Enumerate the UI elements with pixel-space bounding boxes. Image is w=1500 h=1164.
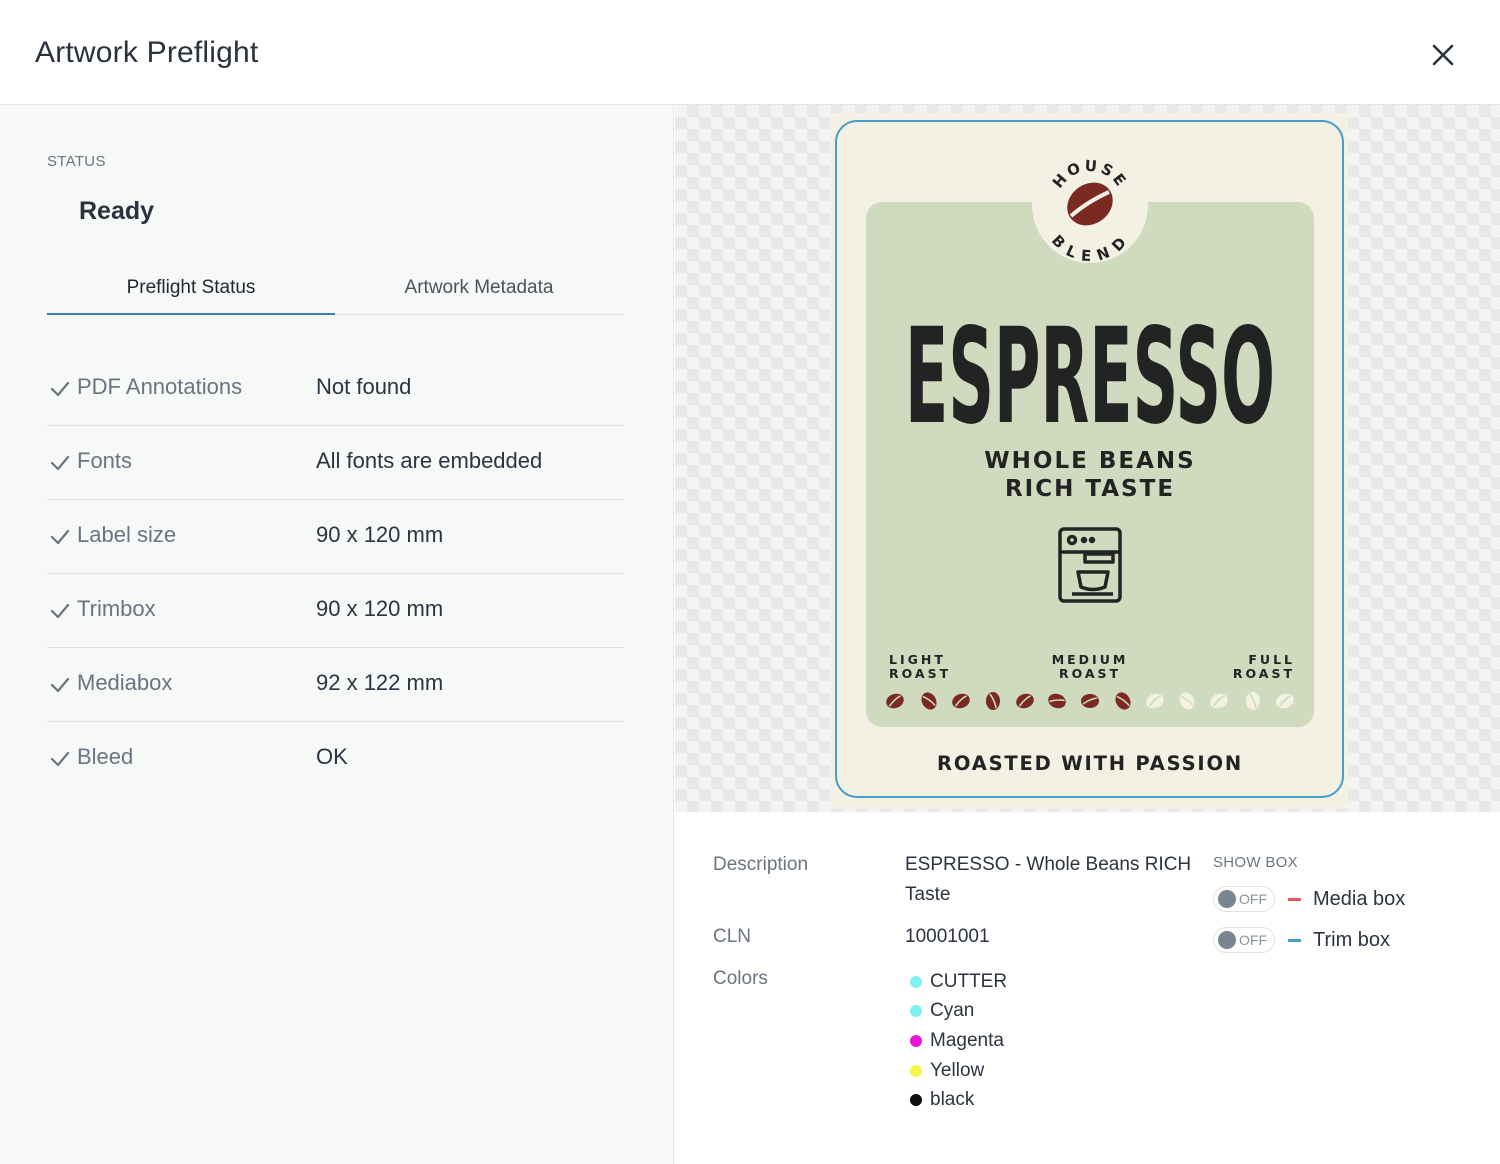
- artwork-subtitle-2: RICH TASTE: [1005, 476, 1175, 502]
- color-item: black: [910, 1085, 1007, 1115]
- color-item: Magenta: [910, 1026, 1007, 1056]
- color-name: CUTTER: [930, 970, 1008, 992]
- roast-light-label-2: ROAST: [889, 666, 951, 681]
- dialog-title: Artwork Preflight: [35, 36, 259, 69]
- check-icon: [50, 381, 70, 397]
- roast-medium-label-2: ROAST: [1059, 666, 1121, 681]
- tab-preflight-status[interactable]: Preflight Status: [47, 265, 335, 315]
- check-row-bleed: Bleed OK: [47, 722, 624, 796]
- close-button[interactable]: [1424, 36, 1462, 74]
- color-name: black: [930, 1089, 975, 1111]
- tab-bar: Preflight Status Artwork Metadata: [47, 265, 624, 315]
- check-label: Label size: [77, 522, 177, 547]
- check-icon: [50, 677, 70, 693]
- check-value: Not found: [316, 374, 412, 399]
- toggle-state: OFF: [1239, 932, 1267, 948]
- cln-label: CLN: [713, 926, 752, 947]
- artwork-footer: ROASTED WITH PASSION: [937, 752, 1243, 775]
- artwork-image: HOUSE BLEND ESPRESSO WHOLE BEANS RICH TA…: [866, 147, 1314, 775]
- color-name: Cyan: [930, 1000, 975, 1022]
- toggle-knob: [1218, 931, 1236, 949]
- check-icon: [50, 529, 70, 545]
- trim-box-toggle-row: OFF Trim box: [1213, 927, 1390, 953]
- check-icon: [50, 603, 70, 619]
- artwork-preview: HOUSE BLEND ESPRESSO WHOLE BEANS RICH TA…: [675, 105, 1500, 812]
- artwork-label: HOUSE BLEND ESPRESSO WHOLE BEANS RICH TA…: [835, 120, 1344, 798]
- check-value: OK: [316, 744, 348, 769]
- color-swatch: [910, 975, 922, 988]
- color-swatch: [910, 1034, 922, 1047]
- roast-full-label-2: ROAST: [1233, 666, 1295, 681]
- media-box-swatch: [1288, 897, 1301, 901]
- check-value: 90 x 120 mm: [316, 596, 444, 621]
- check-row-mediabox: Mediabox 92 x 122 mm: [47, 648, 624, 722]
- color-swatch: [910, 1005, 922, 1018]
- dialog-header: Artwork Preflight: [0, 0, 1500, 105]
- check-row-label-size: Label size 90 x 120 mm: [47, 500, 624, 574]
- check-row-trimbox: Trimbox 90 x 120 mm: [47, 574, 624, 648]
- check-value: All fonts are embedded: [316, 448, 543, 473]
- color-item: CUTTER: [910, 967, 1007, 997]
- show-box-label: SHOW BOX: [1213, 854, 1298, 871]
- color-list: CUTTER Cyan Magenta Yellow black: [910, 967, 1007, 1115]
- toggle-knob: [1218, 890, 1236, 908]
- check-row-fonts: Fonts All fonts are embedded: [47, 426, 624, 500]
- trim-box-swatch: [1288, 938, 1301, 942]
- check-label: Fonts: [77, 448, 133, 473]
- color-name: Magenta: [930, 1029, 1004, 1051]
- check-value: 90 x 120 mm: [316, 522, 444, 547]
- description-value: ESPRESSO - Whole Beans RICH Taste: [905, 854, 1192, 905]
- roast-medium-label-1: MEDIUM: [1052, 652, 1129, 667]
- color-swatch: [910, 1094, 922, 1107]
- artwork-title: ESPRESSO: [905, 300, 1275, 454]
- close-icon[interactable]: [1432, 44, 1454, 66]
- color-item: Yellow: [910, 1056, 1007, 1086]
- roast-full-label-1: FULL: [1248, 652, 1295, 667]
- status-label: STATUS: [47, 153, 106, 170]
- check-label: Mediabox: [77, 670, 173, 695]
- media-box-toggle[interactable]: OFF: [1213, 886, 1275, 912]
- toggle-state: OFF: [1239, 891, 1267, 907]
- check-icon: [50, 751, 70, 767]
- tab-artwork-metadata[interactable]: Artwork Metadata: [335, 265, 623, 315]
- status-value: Ready: [79, 197, 155, 225]
- check-label: Bleed: [77, 744, 134, 769]
- check-row-pdf-annotations: PDF Annotations Not found: [47, 352, 624, 426]
- preflight-check-list: PDF Annotations Not found Fonts All font…: [47, 352, 624, 796]
- color-name: Yellow: [930, 1059, 985, 1081]
- trim-box-label: Trim box: [1313, 928, 1391, 951]
- cln-value: 10001001: [905, 926, 990, 947]
- check-label: Trimbox: [77, 596, 156, 621]
- media-box-toggle-row: OFF Media box: [1213, 886, 1405, 912]
- artwork-subtitle-1: WHOLE BEANS: [984, 448, 1195, 474]
- check-label: PDF Annotations: [77, 374, 243, 399]
- check-value: 92 x 122 mm: [316, 670, 444, 695]
- preflight-panel: STATUS Ready Preflight Status Artwork Me…: [0, 105, 674, 1164]
- color-item: Cyan: [910, 997, 1007, 1027]
- colors-label: Colors: [713, 968, 768, 989]
- trim-box-toggle[interactable]: OFF: [1213, 927, 1275, 953]
- media-box-label: Media box: [1313, 887, 1406, 910]
- color-swatch: [910, 1064, 922, 1077]
- roast-light-label-1: LIGHT: [889, 652, 946, 667]
- check-icon: [50, 455, 70, 471]
- artwork-info-panel: Description ESPRESSO - Whole Beans RICH …: [675, 812, 1500, 1164]
- description-label: Description: [713, 854, 809, 875]
